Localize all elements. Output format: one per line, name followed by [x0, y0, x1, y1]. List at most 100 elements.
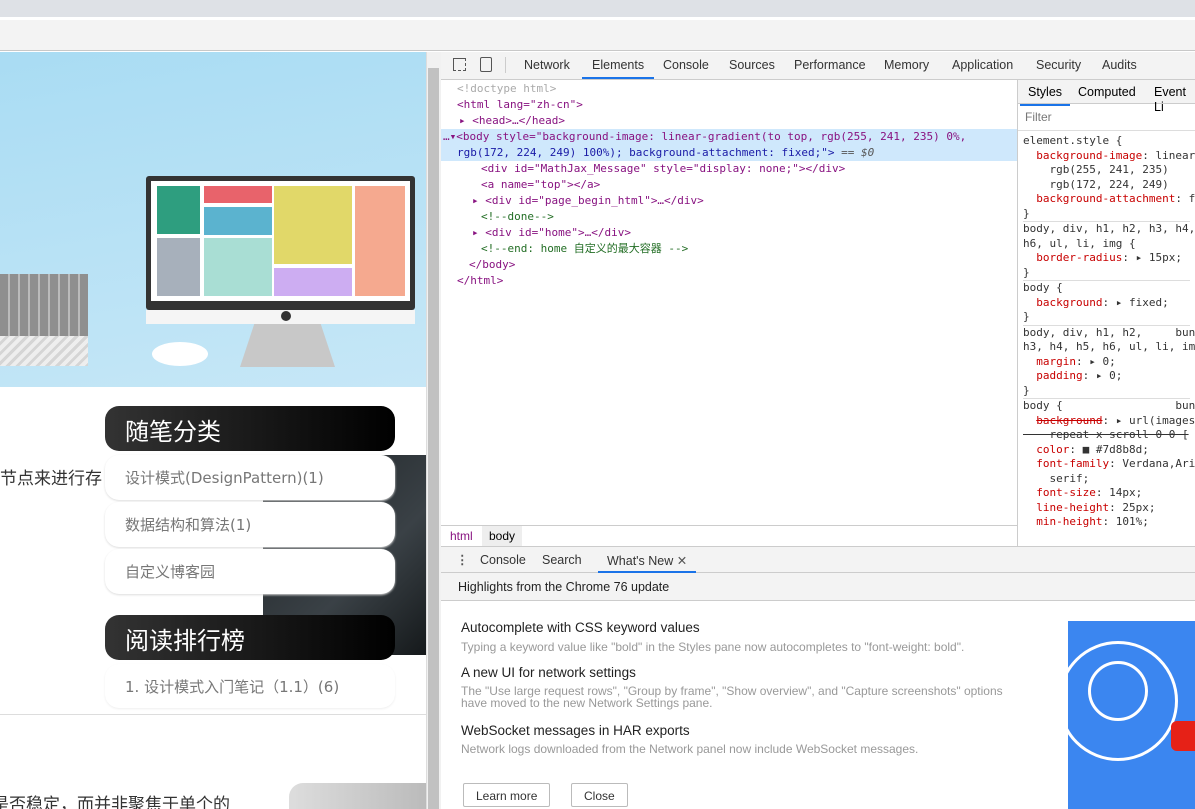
- feature-desc: The "Use large request rows", "Group by …: [461, 684, 1003, 710]
- style-line[interactable]: background: ▸ fixed;: [1023, 296, 1190, 311]
- chrome-76-video-thumbnail[interactable]: [1068, 621, 1195, 809]
- style-line[interactable]: repeat x scroll 0 0 [: [1023, 428, 1190, 443]
- breadcrumb: html body: [441, 525, 1017, 546]
- mouse: [152, 342, 208, 366]
- tab-application[interactable]: Application: [952, 58, 1013, 72]
- play-icon[interactable]: [1171, 721, 1195, 751]
- ranking-item[interactable]: 1. 设计模式入门笔记（1.1）(6): [105, 664, 395, 708]
- dom-body-line2-wrap[interactable]: rgb(172, 224, 249) 100%); background-att…: [457, 145, 874, 161]
- divider: [0, 714, 426, 715]
- separator: [505, 57, 506, 73]
- article-text: 节点来进行存: [0, 469, 102, 489]
- category-item[interactable]: 数据结构和算法(1): [105, 502, 395, 547]
- style-line[interactable]: line-height: 25px;: [1023, 501, 1190, 516]
- dom-page-begin[interactable]: ▸ <div id="page_begin_html">…</div>: [472, 193, 704, 209]
- drawer-tab-whats-new[interactable]: What's New ✕: [598, 547, 697, 573]
- feature-desc: Typing a keyword value like "bold" in th…: [461, 640, 965, 654]
- style-line[interactable]: color: ■ #7d8b8d;: [1023, 443, 1190, 458]
- style-line[interactable]: min-height: 101%;: [1023, 515, 1190, 530]
- dom-html-open[interactable]: <html lang="zh-cn">: [457, 97, 583, 113]
- style-line[interactable]: element.style {: [1023, 134, 1190, 149]
- style-line[interactable]: h6, ul, li, img {: [1023, 237, 1190, 252]
- monitor-button: [281, 311, 291, 321]
- close-button[interactable]: Close: [571, 783, 628, 807]
- whats-new-panel: Autocomplete with CSS keyword values Typ…: [441, 601, 1195, 809]
- whats-new-header: Highlights from the Chrome 76 update: [441, 573, 1195, 601]
- style-line[interactable]: body, div, h1, h2, h3, h4,: [1023, 222, 1195, 237]
- dom-home[interactable]: ▸ <div id="home">…</div>: [472, 225, 631, 241]
- ranking-title: 阅读排行榜: [105, 615, 395, 660]
- style-line[interactable]: background-attachment: f: [1023, 192, 1195, 207]
- style-line[interactable]: body {: [1023, 281, 1190, 296]
- close-icon[interactable]: ✕: [677, 554, 687, 568]
- dom-mathjax[interactable]: <div id="MathJax_Message" style="display…: [481, 161, 845, 177]
- learn-more-button[interactable]: Learn more: [463, 783, 551, 807]
- style-line[interactable]: rgb(255, 241, 235): [1023, 163, 1190, 178]
- style-line[interactable]: body, div, h1, h2, bund: [1023, 326, 1195, 341]
- category-item[interactable]: 设计模式(DesignPattern)(1): [105, 455, 395, 500]
- dom-html-close[interactable]: </html>: [457, 273, 503, 289]
- style-rules: element.style { background-image: linear…: [1018, 131, 1195, 533]
- style-line[interactable]: rgb(172, 224, 249): [1023, 178, 1190, 193]
- dom-body-close[interactable]: </body>: [469, 257, 515, 273]
- style-line[interactable]: }: [1023, 266, 1190, 281]
- browser-tab-strip: [0, 0, 1195, 17]
- style-line[interactable]: padding: ▸ 0;: [1023, 369, 1190, 384]
- style-line[interactable]: border-radius: ▸ 15px;: [1023, 251, 1190, 266]
- style-line[interactable]: serif;: [1023, 472, 1190, 487]
- drawer-tab-whats-new-label: What's New: [607, 554, 674, 568]
- style-line[interactable]: margin: ▸ 0;: [1023, 355, 1190, 370]
- dom-body[interactable]: …▾<body style="background-image: linear-…: [443, 129, 966, 145]
- dom-body-line2: rgb(172, 224, 249) 100%); background-att…: [457, 146, 835, 159]
- tab-event-listeners[interactable]: Event Li: [1154, 85, 1195, 114]
- styles-tabs: Styles Computed Event Li: [1018, 80, 1195, 114]
- style-line[interactable]: background: ▸ url(images/: [1023, 414, 1195, 429]
- dom-page-begin-text: <div id="page_begin_html">…</div>: [485, 194, 704, 207]
- inspect-element-icon[interactable]: [453, 58, 466, 71]
- hero-illustration: [0, 52, 426, 387]
- dom-done-comment[interactable]: <!--done-->: [481, 209, 554, 225]
- style-line[interactable]: font-family: Verdana,Ari: [1023, 457, 1195, 472]
- tab-performance[interactable]: Performance: [794, 58, 866, 72]
- style-line[interactable]: }: [1023, 384, 1190, 399]
- tab-sources[interactable]: Sources: [729, 58, 775, 72]
- category-item[interactable]: 自定义博客园: [105, 549, 395, 594]
- shelf: [0, 336, 88, 366]
- tab-console[interactable]: Console: [663, 58, 709, 72]
- style-line[interactable]: h3, h4, h5, h6, ul, li, img: [1023, 340, 1195, 355]
- style-line[interactable]: background-image: linear: [1023, 149, 1195, 164]
- style-line[interactable]: }: [1023, 207, 1190, 222]
- scrollbar-thumb[interactable]: [428, 68, 439, 809]
- drawer-menu-icon[interactable]: ⋮: [456, 552, 469, 567]
- dom-head[interactable]: ▸ <head>…</head>: [459, 113, 565, 129]
- tab-memory[interactable]: Memory: [884, 58, 929, 72]
- breadcrumb-body[interactable]: body: [482, 526, 523, 546]
- styles-pane: Styles Computed Event Li Filter element.…: [1017, 80, 1195, 546]
- tab-security[interactable]: Security: [1036, 58, 1081, 72]
- style-line[interactable]: }: [1023, 310, 1190, 326]
- style-line[interactable]: font-size: 14px;: [1023, 486, 1190, 501]
- tab-styles[interactable]: Styles: [1020, 80, 1071, 106]
- dom-doctype: <!doctype html>: [457, 82, 557, 95]
- breadcrumb-html[interactable]: html: [450, 529, 473, 543]
- style-line[interactable]: body { bund: [1023, 399, 1195, 414]
- dom-tree: <!doctype html> <html lang="zh-cn"> ▸ <h…: [441, 80, 1017, 525]
- tab-network[interactable]: Network: [524, 58, 570, 72]
- tab-computed[interactable]: Computed: [1078, 85, 1136, 100]
- drawer-tab-console[interactable]: Console: [480, 553, 526, 567]
- feature-desc: Network logs downloaded from the Network…: [461, 742, 919, 756]
- device-toolbar-icon[interactable]: [480, 57, 492, 72]
- dom-home-text: <div id="home">…</div>: [485, 226, 631, 239]
- tab-audits[interactable]: Audits: [1102, 58, 1137, 72]
- dom-end-comment[interactable]: <!--end: home 自定义的最大容器 -->: [481, 241, 688, 257]
- monitor-screen: [146, 176, 415, 310]
- article-thumbnail: [289, 783, 426, 809]
- browser-toolbar: [0, 20, 1195, 51]
- dom-anchor[interactable]: <a name="top"></a>: [481, 177, 600, 193]
- category-title: 随笔分类: [105, 406, 395, 451]
- binders: [0, 274, 88, 336]
- web-page: 节点来进行存 随笔分类 设计模式(DesignPattern)(1) 数据结构和…: [0, 52, 426, 809]
- tab-elements[interactable]: Elements: [582, 58, 655, 79]
- feature-title: WebSocket messages in HAR exports: [461, 723, 690, 738]
- drawer-tab-search[interactable]: Search: [542, 553, 582, 567]
